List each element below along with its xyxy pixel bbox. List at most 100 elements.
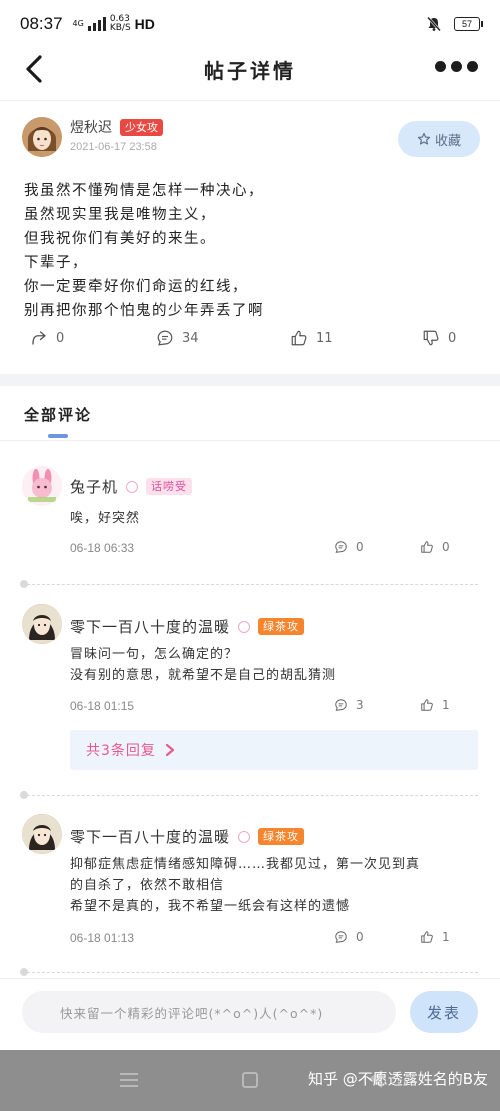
- page-title: 帖子详情: [204, 58, 296, 83]
- comment-like-action[interactable]: 1: [420, 930, 450, 944]
- comment-reply-count: 0: [356, 540, 364, 554]
- post-line: 你一定要牵好你们命运的红线，: [24, 279, 248, 295]
- comment-line: 冒昧问一句，怎么确定的？: [70, 647, 239, 662]
- comment-like-action[interactable]: 0: [420, 540, 450, 554]
- favorite-button[interactable]: 收藏: [398, 121, 480, 157]
- status-right: 57: [426, 16, 483, 32]
- section-divider: [0, 374, 500, 386]
- comment-icon: [335, 541, 347, 553]
- avatar-illustration: [22, 466, 62, 506]
- comment-action[interactable]: 34: [156, 329, 199, 347]
- comment-reply-count: 3: [356, 698, 364, 712]
- comments-title[interactable]: 全部评论: [24, 404, 92, 425]
- comment-author-row: 兔子机 话唠受: [70, 476, 193, 497]
- dislike-count: 0: [448, 330, 457, 346]
- comment-author-row: 零下一百八十度的温暖 绿茶攻: [70, 616, 305, 637]
- nav-bar: 帖子详情: [0, 48, 500, 90]
- speed-unit: KB/S: [109, 23, 131, 33]
- comment-icon: [157, 330, 173, 346]
- avatar[interactable]: [22, 466, 62, 506]
- watermark-text: 知乎 @不愿透露姓名的B友: [307, 1070, 488, 1088]
- hd-indicator: HD: [134, 16, 155, 32]
- share-action[interactable]: 0: [30, 329, 64, 347]
- post-line: 我虽然不懂殉情是怎样一种决心，: [24, 183, 264, 199]
- comment-line: 希望不是真的，我不希望一纸会有这样的遗憾: [70, 899, 351, 914]
- status-bar: 08:37 4G 0.63 KB/S HD 57: [0, 0, 500, 48]
- comment-like-action[interactable]: 1: [420, 698, 450, 712]
- network-speed: 0.63 KB/S: [110, 15, 131, 33]
- comment-time: 06-18 01:15: [70, 699, 135, 713]
- network-type: 4G: [72, 19, 84, 28]
- comment-reply-action[interactable]: 0: [334, 540, 364, 554]
- comment-separator: [20, 968, 478, 976]
- post-card: 煜秋迟 少女攻 2021-06-17 23:58 收藏 我虽然不懂殉情是怎样一种…: [0, 100, 500, 372]
- send-button[interactable]: 发表: [410, 991, 478, 1033]
- share-icon: [32, 331, 46, 345]
- avatar[interactable]: [22, 117, 62, 157]
- status-time: 08:37: [20, 14, 63, 33]
- thumbs-up-icon: [421, 699, 433, 711]
- comment-separator: [20, 791, 478, 799]
- system-nav-bar: 知乎 @不愿透露姓名的B友: [0, 1050, 500, 1111]
- comment-reply-action[interactable]: 3: [334, 698, 364, 712]
- post-line: 虽然现实里我是唯物主义，: [24, 207, 216, 223]
- avatar-illustration: [22, 814, 62, 854]
- post-author-row: 煜秋迟 少女攻: [70, 117, 163, 137]
- battery-level: 57: [461, 19, 472, 29]
- comments-divider: [0, 440, 500, 441]
- avatar-illustration: [22, 604, 62, 644]
- post-body: 我虽然不懂殉情是怎样一种决心， 虽然现实里我是唯物主义， 但我祝你们有美好的来生…: [24, 179, 484, 323]
- dislike-action[interactable]: 0: [422, 329, 456, 347]
- comment-like-count: 1: [442, 698, 450, 712]
- comment-badge: 绿茶攻: [258, 828, 305, 845]
- thumbs-up-icon: [291, 330, 307, 346]
- chevron-right-icon: [165, 743, 175, 757]
- comment-input[interactable]: 快来留一个精彩的评论吧(*^o^)人(^o^*): [22, 991, 396, 1033]
- more-dots-icon[interactable]: [435, 61, 478, 72]
- comment-line: 没有别的意思，就希望不是自己的胡乱猜测: [70, 668, 337, 683]
- thumbs-up-icon: [421, 931, 433, 943]
- post-author-name[interactable]: 煜秋迟: [70, 117, 112, 137]
- like-count: 11: [316, 330, 333, 346]
- menu-icon[interactable]: [120, 1073, 138, 1091]
- comment-input-bar: 快来留一个精彩的评论吧(*^o^)人(^o^*) 发表: [0, 978, 500, 1050]
- comment-text: 冒昧问一句，怎么确定的？ 没有别的意思，就希望不是自己的胡乱猜测: [70, 644, 490, 686]
- star-icon: [417, 132, 431, 145]
- avatar-illustration: [22, 117, 62, 157]
- chevron-left-icon[interactable]: [22, 54, 48, 84]
- comment-author-name[interactable]: 零下一百八十度的温暖: [70, 616, 230, 637]
- post-line: 下辈子，: [24, 255, 88, 271]
- comment-badge: 话唠受: [146, 478, 193, 495]
- home-icon[interactable]: [242, 1072, 258, 1088]
- battery-icon: 57: [454, 17, 483, 31]
- comment-time: 06-18 01:13: [70, 931, 135, 945]
- favorite-label: 收藏: [434, 133, 461, 149]
- post-actions: 0 34 11 0: [0, 329, 500, 357]
- post-date: 2021-06-17 23:58: [70, 141, 157, 153]
- author-badge: 少女攻: [120, 118, 163, 136]
- comment-count: 34: [182, 330, 199, 346]
- comment-line: 唉，好突然: [70, 511, 141, 526]
- level-icon: [238, 830, 251, 843]
- comment-author-name[interactable]: 零下一百八十度的温暖: [70, 826, 230, 847]
- level-icon: [238, 620, 251, 633]
- level-icon: [126, 480, 139, 493]
- comment-icon: [335, 931, 347, 943]
- comment-line: 的自杀了，依然不敢相信: [70, 878, 225, 893]
- thumbs-down-icon: [423, 330, 439, 346]
- tab-indicator: [48, 434, 68, 438]
- comment-badge: 绿茶攻: [258, 618, 305, 635]
- like-action[interactable]: 11: [290, 329, 333, 347]
- view-replies-button[interactable]: 共3条回复: [70, 730, 478, 770]
- post-line: 别再把你那个怕鬼的少年弄丢了啊: [24, 303, 264, 319]
- comment-text: 抑郁症焦虑症情绪感知障碍……我都见过，第一次见到真 的自杀了，依然不敢相信 希望…: [70, 854, 490, 917]
- thumbs-up-icon: [421, 541, 433, 553]
- silent-bell-icon: [427, 16, 441, 32]
- network-indicator: 4G 0.63 KB/S HD: [73, 15, 155, 33]
- comment-author-name[interactable]: 兔子机: [70, 476, 118, 497]
- comment-author-row: 零下一百八十度的温暖 绿茶攻: [70, 826, 305, 847]
- comment-time: 06-18 06:33: [70, 541, 135, 555]
- comment-reply-action[interactable]: 0: [334, 930, 364, 944]
- avatar[interactable]: [22, 604, 62, 644]
- avatar[interactable]: [22, 814, 62, 854]
